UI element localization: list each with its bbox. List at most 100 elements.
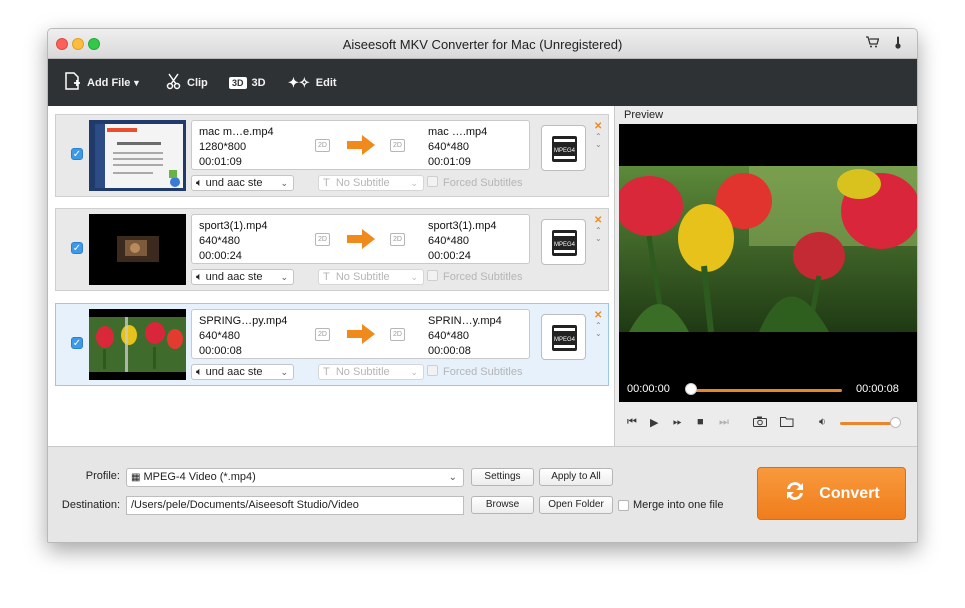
chevron-down-icon: ⌄	[448, 472, 457, 483]
target-filename: sport3(1).mp4	[428, 220, 497, 232]
list-item[interactable]: ✓ mac m…e.mp4 1280*800 00:01:09 2D 2D ma…	[55, 114, 609, 197]
chevron-down-icon: ▼	[132, 78, 141, 88]
reorder-arrows-icon[interactable]: ⌃ ⌄	[595, 227, 602, 243]
remove-item-icon[interactable]: ✕	[594, 121, 602, 132]
video-thumbnail	[89, 120, 186, 191]
text-icon: T	[323, 271, 330, 283]
source-2d-badge: 2D	[315, 139, 330, 152]
volume-handle[interactable]	[890, 417, 901, 428]
source-duration: 00:01:09	[199, 156, 242, 168]
remove-item-icon[interactable]: ✕	[594, 310, 602, 321]
target-duration: 00:00:08	[428, 345, 471, 357]
stop-icon[interactable]: ■	[697, 416, 704, 428]
output-profile-button[interactable]: MPEG4	[541, 219, 586, 265]
target-2d-badge: 2D	[390, 328, 405, 341]
item-checkbox[interactable]: ✓	[71, 242, 83, 254]
source-filename: mac m…e.mp4	[199, 126, 274, 138]
convert-arrow-icon	[347, 324, 375, 344]
target-filename: mac ….mp4	[428, 126, 488, 138]
volume-icon[interactable]: 🔉︎	[819, 416, 826, 429]
cart-icon[interactable]	[866, 36, 880, 51]
add-file-dropdown-button[interactable]: ▼	[132, 73, 141, 93]
remove-item-icon[interactable]: ✕	[594, 215, 602, 226]
chevron-down-icon: ⌄	[280, 178, 288, 188]
reorder-arrows-icon[interactable]: ⌃ ⌄	[595, 133, 602, 149]
source-resolution: 640*480	[199, 235, 240, 247]
add-file-button[interactable]: Add File	[65, 72, 130, 94]
skip-back-icon[interactable]: ⏮︎	[627, 416, 637, 429]
app-window: Aiseesoft MKV Converter for Mac (Unregis…	[47, 28, 918, 543]
convert-arrow-icon	[347, 135, 375, 155]
conversion-info: SPRING…py.mp4 640*480 00:00:08 2D 2D SPR…	[191, 309, 530, 359]
reorder-arrows-icon[interactable]: ⌃ ⌄	[595, 322, 602, 338]
audio-track-select[interactable]: 🔈︎ und aac ste ⌄	[191, 269, 294, 285]
camera-icon[interactable]	[753, 416, 767, 430]
open-folder-button[interactable]: Open Folder	[539, 496, 613, 514]
output-profile-button[interactable]: MPEG4	[541, 125, 586, 171]
file-list: ✓ mac m…e.mp4 1280*800 00:01:09 2D 2D ma…	[48, 106, 614, 446]
target-duration: 00:00:24	[428, 250, 471, 262]
forced-subtitles-checkbox[interactable]	[427, 176, 438, 187]
item-checkbox[interactable]: ✓	[71, 148, 83, 160]
sparkle-icon: ✦✧	[288, 75, 310, 90]
thermometer-icon[interactable]	[894, 36, 902, 52]
preview-panel: Preview 00:00:00 00:00:08 ⏮︎ ▶︎ ⏩︎ ■ ⏭︎ …	[614, 106, 917, 446]
skip-forward-icon[interactable]: ⏭︎	[719, 416, 729, 429]
folder-icon[interactable]	[780, 416, 794, 430]
volume-slider[interactable]	[840, 422, 892, 425]
current-time: 00:00:00	[627, 383, 670, 395]
title-bar: Aiseesoft MKV Converter for Mac (Unregis…	[48, 29, 917, 59]
subtitle-value: No Subtitle	[335, 366, 390, 378]
item-checkbox[interactable]: ✓	[71, 337, 83, 349]
source-2d-badge: 2D	[315, 328, 330, 341]
source-duration: 00:00:24	[199, 250, 242, 262]
settings-button[interactable]: Settings	[471, 468, 534, 486]
audio-track-select[interactable]: 🔈︎ und aac ste ⌄	[191, 175, 294, 191]
audio-track-select[interactable]: 🔈︎ und aac ste ⌄	[191, 364, 294, 380]
source-filename: SPRING…py.mp4	[199, 315, 288, 327]
forced-subtitles-checkbox[interactable]	[427, 270, 438, 281]
source-2d-badge: 2D	[315, 233, 330, 246]
toolbar: Add File ▼ Clip 3D 3D ✦✧ Edit	[48, 59, 917, 106]
3d-icon: 3D	[229, 77, 247, 89]
window-title: Aiseesoft MKV Converter for Mac (Unregis…	[342, 37, 623, 52]
seek-handle[interactable]	[685, 383, 697, 395]
fast-forward-icon[interactable]: ⏩︎	[673, 416, 682, 429]
destination-field[interactable]: /Users/pele/Documents/Aiseesoft Studio/V…	[126, 496, 464, 515]
subtitle-select[interactable]: T No Subtitle ⌄	[318, 364, 424, 380]
add-file-icon	[65, 72, 81, 94]
forced-subtitles-checkbox[interactable]	[427, 365, 438, 376]
source-resolution: 640*480	[199, 330, 240, 342]
subtitle-select[interactable]: T No Subtitle ⌄	[318, 269, 424, 285]
clip-button[interactable]: Clip	[166, 73, 208, 93]
3d-button[interactable]: 3D 3D	[229, 73, 266, 93]
seek-bar[interactable]	[688, 389, 842, 392]
target-filename: SPRIN…y.mp4	[428, 315, 502, 327]
conversion-info: mac m…e.mp4 1280*800 00:01:09 2D 2D mac …	[191, 120, 530, 170]
list-item[interactable]: ✓ SPRING…py.mp4 640*480 00:00:08 2D 2D S…	[55, 303, 609, 386]
film-icon: ▦	[131, 472, 141, 483]
edit-button[interactable]: ✦✧ Edit	[288, 73, 337, 93]
subtitle-value: No Subtitle	[335, 271, 390, 283]
convert-arrow-icon	[347, 229, 375, 249]
target-resolution: 640*480	[428, 141, 469, 153]
audio-track-value: und aac ste	[205, 177, 263, 189]
3d-label: 3D	[251, 77, 266, 89]
apply-to-all-button[interactable]: Apply to All	[539, 468, 613, 486]
forced-subtitles-label: Forced Subtitles	[443, 366, 523, 378]
target-duration: 00:01:09	[428, 156, 471, 168]
list-item[interactable]: ✓ sport3(1).mp4 640*480 00:00:24 2D 2D s…	[55, 208, 609, 291]
clip-label: Clip	[187, 77, 208, 89]
browse-button[interactable]: Browse	[471, 496, 534, 514]
text-icon: T	[323, 366, 330, 378]
subtitle-select[interactable]: T No Subtitle ⌄	[318, 175, 424, 191]
profile-label: Profile:	[85, 470, 120, 482]
play-icon[interactable]: ▶︎	[650, 416, 658, 429]
profile-select[interactable]: ▦ MPEG-4 Video (*.mp4) ⌄	[126, 468, 464, 487]
merge-checkbox[interactable]	[618, 500, 629, 511]
preview-label: Preview	[624, 109, 664, 121]
speaker-icon: 🔈︎	[196, 366, 203, 378]
convert-button[interactable]: Convert	[757, 467, 906, 520]
output-profile-button[interactable]: MPEG4	[541, 314, 586, 360]
edit-label: Edit	[315, 77, 337, 89]
